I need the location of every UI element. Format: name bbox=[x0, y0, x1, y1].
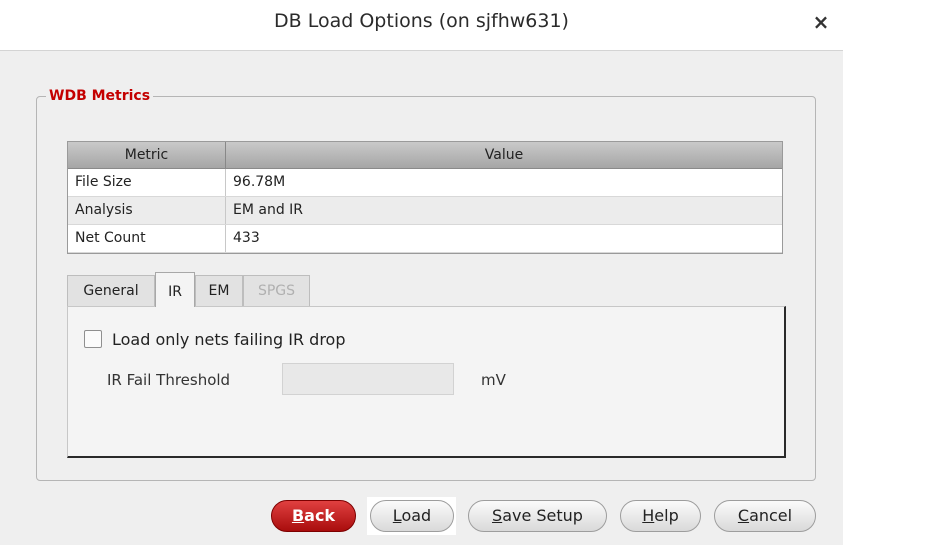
close-icon[interactable]: × bbox=[808, 9, 834, 35]
save-setup-label-rest: ave Setup bbox=[502, 506, 583, 525]
table-row[interactable]: Net Count 433 bbox=[68, 225, 782, 253]
db-load-options-dialog: DB Load Options (on sjfhw631) × WDB Metr… bbox=[0, 0, 843, 545]
threshold-unit-label: mV bbox=[481, 371, 506, 389]
value-cell: 433 bbox=[233, 230, 260, 246]
load-label-rest: oad bbox=[401, 506, 432, 525]
metric-cell: Analysis bbox=[68, 197, 226, 224]
table-row[interactable]: Analysis EM and IR bbox=[68, 197, 782, 225]
cancel-button[interactable]: Cancel bbox=[714, 500, 816, 532]
load-failing-nets-checkbox[interactable] bbox=[84, 330, 102, 348]
column-header-metric[interactable]: Metric bbox=[68, 142, 226, 168]
tab-ir[interactable]: IR bbox=[155, 272, 195, 307]
wdb-metrics-title: WDB Metrics bbox=[46, 88, 154, 104]
help-button[interactable]: Help bbox=[620, 500, 701, 532]
ir-fail-threshold-input[interactable] bbox=[282, 363, 454, 395]
help-mnemonic: H bbox=[642, 506, 655, 525]
ir-fail-threshold-label: IR Fail Threshold bbox=[107, 371, 231, 389]
metrics-table: Metric Value File Size 96.78M Analysis E… bbox=[67, 141, 783, 254]
tab-spgs: SPGS bbox=[243, 275, 310, 306]
back-label-rest: ack bbox=[304, 506, 336, 525]
value-cell: EM and IR bbox=[233, 202, 304, 218]
title-bar[interactable]: DB Load Options (on sjfhw631) × bbox=[0, 0, 843, 51]
cancel-mnemonic: C bbox=[737, 506, 750, 525]
tab-em[interactable]: EM bbox=[195, 275, 243, 306]
save-setup-button[interactable]: Save Setup bbox=[468, 500, 607, 532]
save-setup-mnemonic: S bbox=[492, 506, 503, 525]
dialog-title: DB Load Options (on sjfhw631) bbox=[274, 10, 569, 32]
back-button[interactable]: Back bbox=[271, 500, 356, 532]
help-label-rest: elp bbox=[654, 506, 679, 525]
column-header-value[interactable]: Value bbox=[226, 142, 782, 168]
back-mnemonic: B bbox=[291, 506, 305, 525]
metric-cell: File Size bbox=[68, 169, 226, 196]
metric-cell: Net Count bbox=[68, 225, 226, 252]
metrics-table-header: Metric Value bbox=[68, 142, 782, 169]
load-button[interactable]: Load bbox=[370, 500, 454, 532]
table-row[interactable]: File Size 96.78M bbox=[68, 169, 782, 197]
tab-general[interactable]: General bbox=[67, 275, 155, 306]
cancel-label-rest: ancel bbox=[749, 506, 793, 525]
load-failing-nets-label[interactable]: Load only nets failing IR drop bbox=[112, 330, 345, 349]
value-cell: 96.78M bbox=[233, 174, 286, 190]
